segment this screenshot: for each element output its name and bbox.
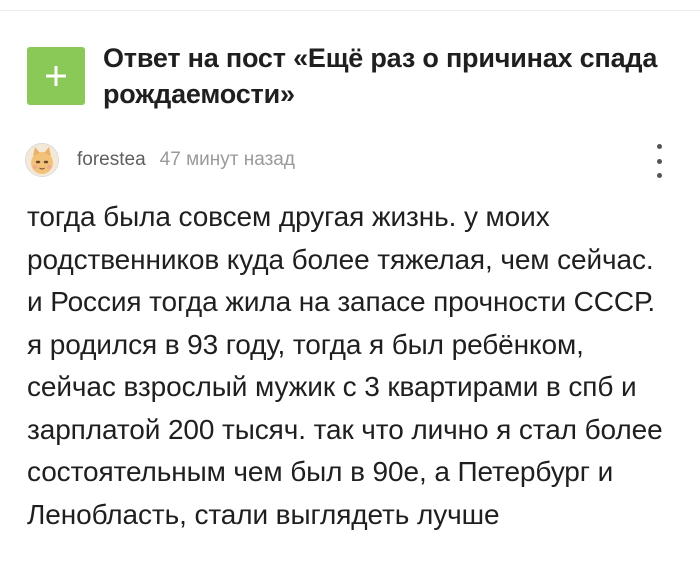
post-header: Ответ на пост «Ещё раз о причинах спада … (27, 40, 687, 112)
comment-meta: forestea 47 минут назад (25, 140, 673, 180)
dot (656, 144, 662, 149)
plus-icon[interactable] (27, 47, 85, 105)
avatar[interactable] (25, 143, 59, 177)
comment-timestamp[interactable]: 47 минут назад (160, 149, 295, 171)
vertical-dots-icon[interactable] (653, 144, 665, 178)
dot (656, 158, 662, 164)
author-name[interactable]: forestea (77, 149, 146, 171)
dot (656, 173, 662, 178)
avatar-cat-face-icon (26, 144, 58, 176)
post-title[interactable]: Ответ на пост «Ещё раз о причинах спада … (103, 40, 687, 112)
top-divider (0, 10, 700, 11)
comment-text: тогда была совсем другая жизнь. у моих р… (27, 201, 663, 530)
plus-glyph (46, 66, 66, 86)
